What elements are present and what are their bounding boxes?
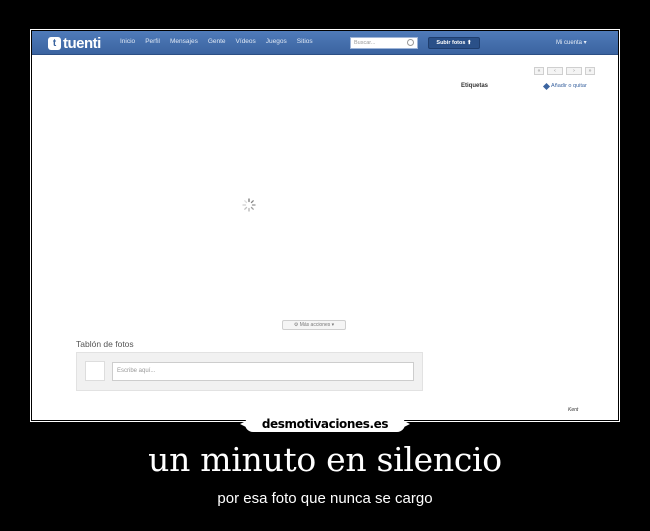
badge-arrow-left-icon	[240, 421, 246, 427]
nav-item-mensajes[interactable]: Mensajes	[170, 38, 198, 45]
pager-first-button[interactable]: «	[534, 67, 544, 75]
comment-input[interactable]: Escribe aquí...	[112, 362, 414, 381]
badge-arrow-right-icon	[404, 421, 410, 427]
photo-board-title: Tablón de fotos	[76, 339, 134, 349]
nav-item-sitios[interactable]: Sitios	[297, 38, 313, 45]
add-tag-label: Añadir o quitar	[551, 83, 587, 89]
pager-last-button[interactable]: »	[585, 67, 595, 75]
screenshot-area: t tuenti Inicio Perfil Mensajes Gente Ví…	[32, 31, 618, 420]
site-badge-label: desmotivaciones.es	[261, 417, 389, 431]
nav-item-perfil[interactable]: Perfil	[145, 38, 160, 45]
caption-title: un minuto en silencio	[148, 440, 502, 479]
pager-prev-button[interactable]: ‹	[547, 67, 563, 75]
tuenti-logo[interactable]: t tuenti	[48, 34, 101, 52]
upload-photos-button[interactable]: Subir fotos ⬆	[428, 37, 480, 49]
loading-spinner-icon	[242, 198, 256, 212]
site-badge[interactable]: desmotivaciones.es	[240, 416, 410, 432]
search-icon[interactable]	[407, 39, 414, 46]
main-nav: Inicio Perfil Mensajes Gente Vídeos Jueg…	[120, 38, 313, 45]
nav-item-videos[interactable]: Vídeos	[236, 38, 256, 45]
search-placeholder: Buscar...	[354, 40, 376, 46]
pager-next-button[interactable]: ›	[566, 67, 582, 75]
logo-mark-icon: t	[48, 36, 61, 50]
avatar	[85, 361, 105, 381]
nav-item-inicio[interactable]: Inicio	[120, 38, 135, 45]
photo-board: Escribe aquí...	[76, 352, 423, 391]
tag-icon	[542, 82, 551, 90]
search-input[interactable]: Buscar...	[350, 37, 418, 49]
nav-item-gente[interactable]: Gente	[208, 38, 226, 45]
nav-item-juegos[interactable]: Juegos	[266, 38, 287, 45]
account-menu[interactable]: Mi cuenta ▾	[556, 39, 587, 46]
add-tag-link[interactable]: Añadir o quitar	[542, 82, 587, 90]
caption-subtitle: por esa foto que nunca se cargo	[217, 490, 433, 507]
logo-text: tuenti	[63, 34, 101, 52]
photo-pager: « ‹ › »	[534, 67, 595, 75]
tags-heading: Etiquetas	[461, 83, 489, 89]
signature: Kent	[568, 407, 579, 413]
more-actions-button[interactable]: ⚙ Más acciones ▾	[282, 320, 346, 330]
top-navigation-bar: t tuenti Inicio Perfil Mensajes Gente Ví…	[32, 31, 618, 55]
